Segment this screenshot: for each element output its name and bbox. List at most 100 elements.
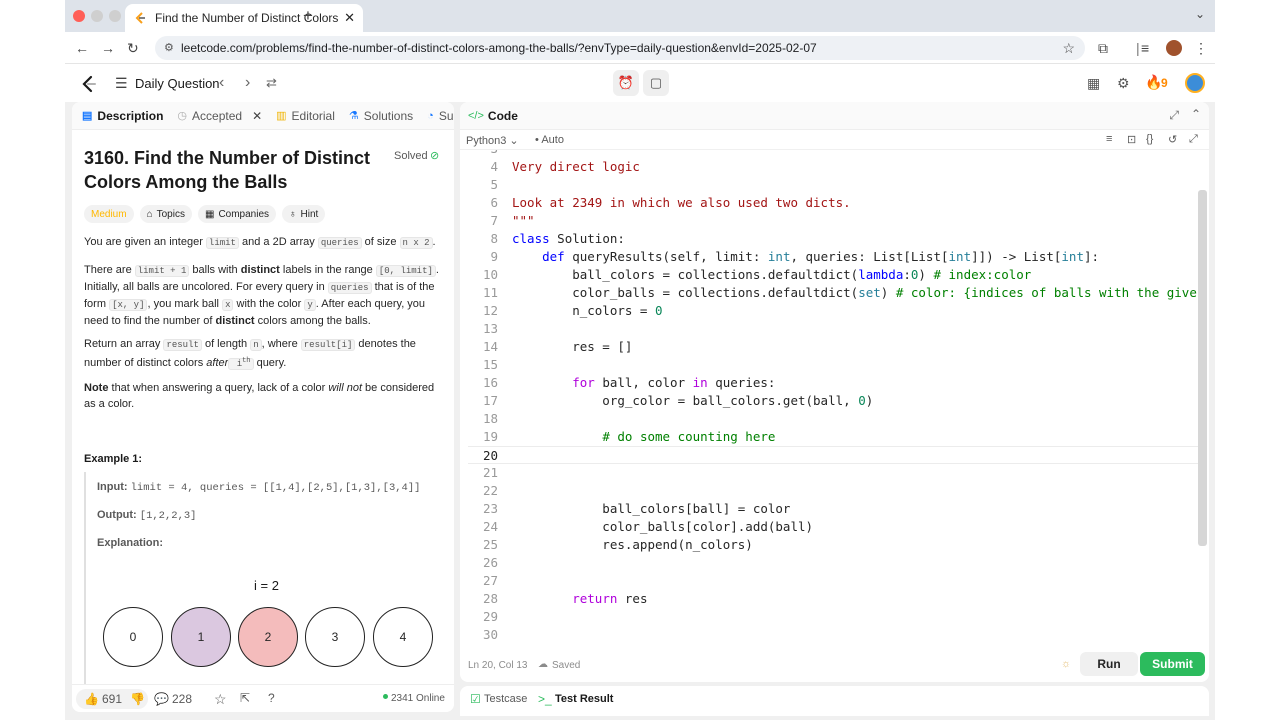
reload-icon[interactable]: ↻ bbox=[127, 40, 139, 57]
code-line[interactable]: 11 color_balls = collections.defaultdict… bbox=[468, 284, 1203, 302]
tab-editorial[interactable]: ▥ Editorial bbox=[276, 109, 335, 123]
code-line[interactable]: 28 return res bbox=[468, 590, 1203, 608]
line-number: 16 bbox=[482, 375, 498, 390]
minimize-window-button[interactable] bbox=[91, 10, 103, 22]
daily-question-label[interactable]: Daily Question bbox=[135, 76, 220, 91]
solved-status: Solved bbox=[394, 150, 428, 162]
browser-menu-icon[interactable]: ⋮ bbox=[1194, 40, 1208, 57]
code-text: color_balls[color].add(ball) bbox=[512, 519, 814, 534]
tab-search-chevron-icon[interactable]: ⌄ bbox=[1195, 7, 1205, 21]
code-line[interactable]: 14 res = [] bbox=[468, 338, 1203, 356]
line-number: 3 bbox=[468, 150, 498, 158]
thumbs-up-icon[interactable]: 👍 bbox=[84, 692, 99, 706]
code-line[interactable]: 9 def queryResults(self, limit: int, que… bbox=[468, 248, 1203, 266]
favorite-star-icon[interactable]: ☆ bbox=[214, 691, 227, 708]
code-line[interactable]: 27 bbox=[468, 572, 1203, 590]
streak-count: 9 bbox=[1161, 76, 1168, 90]
code-line[interactable]: 4 Very direct logic bbox=[468, 158, 1203, 176]
code-line[interactable]: 24 color_balls[color].add(ball) bbox=[468, 518, 1203, 536]
hint-chip[interactable]: ♁ Hint bbox=[282, 205, 326, 223]
profile-avatar[interactable] bbox=[1166, 40, 1182, 56]
extensions-icon[interactable]: ⧉ bbox=[1098, 40, 1108, 57]
code-line[interactable]: 25 res.append(n_colors) bbox=[468, 536, 1203, 554]
code-line[interactable]: 15 bbox=[468, 356, 1203, 374]
share-icon[interactable]: ⇱ bbox=[240, 691, 250, 705]
format-icon[interactable]: ≡ bbox=[1106, 133, 1112, 145]
auto-mode-toggle[interactable]: • Auto bbox=[535, 134, 564, 146]
reset-icon[interactable]: ↺ bbox=[1168, 133, 1177, 146]
line-number: 9 bbox=[490, 249, 498, 264]
ball-4: 4 bbox=[373, 607, 433, 667]
braces-icon[interactable]: {} bbox=[1146, 133, 1153, 145]
code-line[interactable]: 20 bbox=[468, 446, 1203, 464]
bookmark-star-icon[interactable]: ☆ bbox=[1062, 36, 1075, 60]
maximize-window-button[interactable] bbox=[109, 10, 121, 22]
code-line[interactable]: 6 Look at 2349 in which we also used two … bbox=[468, 194, 1203, 212]
new-tab-icon[interactable]: + bbox=[303, 6, 313, 26]
random-problem-icon[interactable]: ⇄ bbox=[266, 75, 277, 91]
notes-icon[interactable]: ▢ bbox=[643, 70, 669, 96]
code-line[interactable]: 23 ball_colors[ball] = color bbox=[468, 500, 1203, 518]
thumbs-down-icon[interactable]: 👎 bbox=[130, 692, 145, 706]
code-line[interactable]: 12 n_colors = 0 bbox=[468, 302, 1203, 320]
language-selector[interactable]: Python3 ⌄ bbox=[466, 134, 519, 147]
media-controls-icon[interactable]: ≡ bbox=[1141, 40, 1149, 56]
site-info-icon[interactable]: ⚙ bbox=[164, 36, 174, 60]
editor-scrollbar[interactable] bbox=[1198, 190, 1207, 546]
line-number: 4 bbox=[490, 159, 498, 174]
back-icon[interactable]: ← bbox=[75, 40, 89, 56]
next-problem-icon[interactable]: › bbox=[245, 74, 250, 92]
line-number: 26 bbox=[482, 555, 498, 570]
close-tab-accepted-icon[interactable]: ✕ bbox=[252, 109, 262, 123]
code-line[interactable]: 13 bbox=[468, 320, 1203, 338]
topics-chip[interactable]: ⌂ Topics bbox=[139, 205, 192, 223]
online-dot bbox=[383, 694, 388, 699]
sun-icon[interactable]: ☼ bbox=[1061, 658, 1071, 670]
tab-test-result[interactable]: Test Result bbox=[555, 693, 613, 705]
close-tab-icon[interactable]: ✕ bbox=[344, 10, 355, 26]
solutions-flask-icon: ⚗ bbox=[348, 110, 359, 122]
close-window-button[interactable] bbox=[73, 10, 85, 22]
code-line[interactable]: 30 bbox=[468, 626, 1203, 644]
code-editor[interactable]: 34 Very direct logic 5 6 Look at 2349 in whi… bbox=[468, 150, 1203, 646]
settings-gear-icon[interactable]: ⚙ bbox=[1117, 75, 1130, 92]
previous-problem-icon[interactable]: ‹ bbox=[219, 74, 224, 92]
help-icon[interactable]: ? bbox=[268, 691, 275, 705]
companies-chip[interactable]: ▦ Companies bbox=[197, 205, 277, 223]
code-line[interactable]: 10 ball_colors = collections.defaultdict… bbox=[468, 266, 1203, 284]
collapse-chevron-icon[interactable]: ⌃ bbox=[1191, 107, 1201, 121]
problem-list-icon[interactable]: ☰ bbox=[115, 75, 128, 92]
submit-button[interactable]: Submit bbox=[1140, 652, 1205, 676]
code-line[interactable]: 16 for ball, color in queries: bbox=[468, 374, 1203, 392]
browser-tab-strip: Find the Number of Distinct Colors Among… bbox=[65, 0, 1215, 32]
code-line[interactable]: 26 bbox=[468, 554, 1203, 572]
layout-grid-icon[interactable]: ▦ bbox=[1087, 75, 1100, 92]
code-line[interactable]: 17 org_color = ball_colors.get(ball, 0) bbox=[468, 392, 1203, 410]
code-line[interactable]: 19 # do some counting here bbox=[468, 428, 1203, 446]
code-line[interactable]: 5 bbox=[468, 176, 1203, 194]
tab-accepted[interactable]: ◷ Accepted ✕ bbox=[177, 109, 262, 123]
bookmark-icon[interactable]: ⊡ bbox=[1127, 133, 1136, 146]
fullscreen-icon[interactable]: ⤢ bbox=[1189, 133, 1198, 146]
forward-icon[interactable]: → bbox=[101, 40, 115, 56]
comment-icon[interactable]: 💬 bbox=[154, 692, 169, 706]
code-line[interactable]: 7 """ bbox=[468, 212, 1203, 230]
address-bar[interactable]: ⚙ leetcode.com/problems/find-the-number-… bbox=[155, 36, 1085, 60]
leetcode-logo-icon[interactable] bbox=[81, 75, 97, 93]
tab-description[interactable]: ▤ Description bbox=[82, 109, 163, 123]
maximize-icon[interactable]: ⤢ bbox=[1169, 108, 1179, 123]
browser-tab[interactable]: Find the Number of Distinct Colors Among… bbox=[125, 4, 363, 32]
code-line[interactable]: 18 bbox=[468, 410, 1203, 428]
timer-icon[interactable]: ⏰ bbox=[613, 70, 639, 96]
code-line[interactable]: 22 bbox=[468, 482, 1203, 500]
code-line[interactable]: 21 bbox=[468, 464, 1203, 482]
tab-submissions[interactable]: ◔Submi bbox=[427, 109, 454, 123]
code-line[interactable]: 29 bbox=[468, 608, 1203, 626]
user-avatar[interactable] bbox=[1185, 73, 1205, 93]
run-button[interactable]: Run bbox=[1080, 652, 1138, 676]
editor-toolbar: Python3 ⌄ • Auto ≡ ⊡ {} ↺ ⤢ bbox=[460, 130, 1209, 150]
tab-testcase[interactable]: Testcase bbox=[484, 693, 527, 705]
code-line[interactable]: 3 bbox=[468, 150, 1203, 158]
code-line[interactable]: 8 class Solution: bbox=[468, 230, 1203, 248]
tab-solutions[interactable]: ⚗ Solutions bbox=[349, 109, 413, 123]
